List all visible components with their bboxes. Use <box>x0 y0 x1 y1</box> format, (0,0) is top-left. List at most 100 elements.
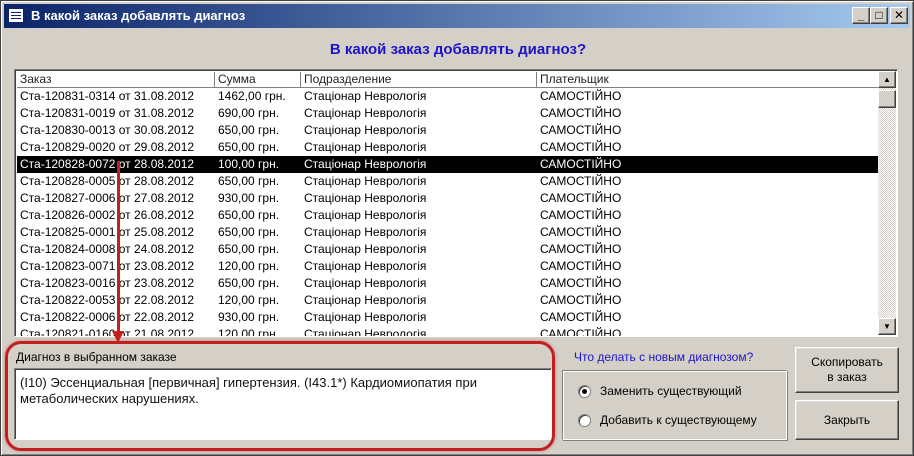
cell-order: Ста-120828-0005 от 28.08.2012 <box>20 174 195 188</box>
cell-sum: 120,00 грн. <box>218 327 280 336</box>
cell-payer: САМОСТІЙНО <box>540 259 622 273</box>
cell-sum: 650,00 грн. <box>218 242 280 256</box>
cell-order: Ста-120831-0314 от 31.08.2012 <box>20 89 195 103</box>
cell-department: Стаціонар Неврологія <box>304 157 427 171</box>
window-title: В какой заказ добавлять диагноз <box>31 8 246 23</box>
minimize-button[interactable]: _ <box>852 7 870 24</box>
cell-payer: САМОСТІЙНО <box>540 327 622 336</box>
cell-sum: 930,00 грн. <box>218 310 280 324</box>
cell-order: Ста-120826-0002 от 26.08.2012 <box>20 208 195 222</box>
column-header-sum[interactable]: Сумма <box>215 72 301 88</box>
option-group: Заменить существующий Добавить к существ… <box>562 370 787 440</box>
table-row[interactable]: Ста-120822-0053 от 22.08.2012 120,00 грн.… <box>17 292 879 309</box>
cell-sum: 650,00 грн. <box>218 225 280 239</box>
cell-order: Ста-120822-0053 от 22.08.2012 <box>20 293 195 307</box>
cell-order: Ста-120827-0006 от 27.08.2012 <box>20 191 195 205</box>
table-row[interactable]: Ста-120829-0020 от 29.08.2012 650,00 грн.… <box>17 139 879 156</box>
scroll-down-button[interactable]: ▼ <box>878 318 896 335</box>
option-replace-label: Заменить существующий <box>600 384 742 398</box>
dialog-window: В какой заказ добавлять диагноз _ □ ✕ В … <box>0 0 914 456</box>
cell-department: Стаціонар Неврологія <box>304 327 427 336</box>
orders-table[interactable]: Заказ Сумма Подразделение Плательщик Ста… <box>14 69 898 337</box>
scroll-up-button[interactable]: ▲ <box>878 71 896 88</box>
diagnosis-text-box[interactable]: (I10) Эссенциальная [первичная] гипертен… <box>14 368 552 440</box>
cell-sum: 100,00 грн. <box>218 157 280 171</box>
table-row[interactable]: Ста-120831-0019 от 31.08.2012 690,00 грн.… <box>17 105 879 122</box>
cell-payer: САМОСТІЙНО <box>540 191 622 205</box>
cell-department: Стаціонар Неврологія <box>304 208 427 222</box>
cell-payer: САМОСТІЙНО <box>540 293 622 307</box>
cell-sum: 1462,00 грн. <box>218 89 286 103</box>
cell-payer: САМОСТІЙНО <box>540 242 622 256</box>
scroll-thumb[interactable] <box>878 90 896 108</box>
table-row[interactable]: Ста-120823-0016 от 23.08.2012 650,00 грн.… <box>17 275 879 292</box>
table-row-selected[interactable]: Ста-120828-0072 от 28.08.2012 100,00 грн.… <box>17 156 879 173</box>
cell-sum: 650,00 грн. <box>218 174 280 188</box>
cell-department: Стаціонар Неврологія <box>304 123 427 137</box>
cell-department: Стаціонар Неврологія <box>304 259 427 273</box>
diagnosis-label: Диагноз в выбранном заказе <box>16 350 177 364</box>
close-button[interactable]: Закрыть <box>795 400 899 440</box>
table-row[interactable]: Ста-120826-0002 от 26.08.2012 650,00 грн.… <box>17 207 879 224</box>
options-question: Что делать с новым диагнозом? <box>574 350 754 364</box>
copy-to-order-button[interactable]: Скопировать в заказ <box>795 347 899 393</box>
cell-order: Ста-120825-0001 от 25.08.2012 <box>20 225 195 239</box>
cell-order: Ста-120830-0013 от 30.08.2012 <box>20 123 195 137</box>
cell-order: Ста-120824-0008 от 24.08.2012 <box>20 242 195 256</box>
option-append-label: Добавить к существующему <box>600 413 757 427</box>
table-header: Заказ Сумма Подразделение Плательщик <box>17 72 879 88</box>
cell-payer: САМОСТІЙНО <box>540 106 622 120</box>
table-row[interactable]: Ста-120825-0001 от 25.08.2012 650,00 грн.… <box>17 224 879 241</box>
cell-payer: САМОСТІЙНО <box>540 174 622 188</box>
dialog-heading: В какой заказ добавлять диагноз? <box>329 41 587 58</box>
cell-payer: САМОСТІЙНО <box>540 310 622 324</box>
cell-payer: САМОСТІЙНО <box>540 225 622 239</box>
table-row[interactable]: Ста-120827-0006 от 27.08.2012 930,00 грн.… <box>17 190 879 207</box>
table-row[interactable]: Ста-120823-0071 от 23.08.2012 120,00 грн.… <box>17 258 879 275</box>
maximize-button[interactable]: □ <box>870 7 888 24</box>
cell-sum: 650,00 грн. <box>218 276 280 290</box>
cell-sum: 120,00 грн. <box>218 293 280 307</box>
cell-department: Стаціонар Неврологія <box>304 242 427 256</box>
vertical-scrollbar[interactable]: ▲ ▼ <box>878 71 896 335</box>
cell-payer: САМОСТІЙНО <box>540 157 622 171</box>
table-row[interactable]: Ста-120821-0160 от 21.08.2012 120,00 грн.… <box>17 326 879 336</box>
title-bar[interactable]: В какой заказ добавлять диагноз _ □ ✕ <box>4 4 910 28</box>
annotation-arrow-head <box>112 331 124 343</box>
table-row[interactable]: Ста-120828-0005 от 28.08.2012 650,00 грн.… <box>17 173 879 190</box>
cell-department: Стаціонар Неврологія <box>304 225 427 239</box>
cell-sum: 690,00 грн. <box>218 106 280 120</box>
column-header-payer[interactable]: Плательщик <box>537 72 879 88</box>
column-header-department[interactable]: Подразделение <box>301 72 537 88</box>
cell-order: Ста-120823-0016 от 23.08.2012 <box>20 276 195 290</box>
table-row[interactable]: Ста-120830-0013 от 30.08.2012 650,00 грн.… <box>17 122 879 139</box>
cell-payer: САМОСТІЙНО <box>540 140 622 154</box>
cell-payer: САМОСТІЙНО <box>540 123 622 137</box>
cell-sum: 930,00 грн. <box>218 191 280 205</box>
cell-department: Стаціонар Неврологія <box>304 293 427 307</box>
cell-order: Ста-120831-0019 от 31.08.2012 <box>20 106 195 120</box>
cell-payer: САМОСТІЙНО <box>540 276 622 290</box>
table-body: Ста-120831-0314 от 31.08.2012 1462,00 грн… <box>17 88 879 336</box>
cell-department: Стаціонар Неврологія <box>304 174 427 188</box>
radio-append[interactable] <box>578 414 591 427</box>
cell-payer: САМОСТІЙНО <box>540 208 622 222</box>
column-header-order[interactable]: Заказ <box>17 72 215 88</box>
cell-sum: 650,00 грн. <box>218 123 280 137</box>
table-row[interactable]: Ста-120822-0006 от 22.08.2012 930,00 грн.… <box>17 309 879 326</box>
cell-sum: 650,00 грн. <box>218 208 280 222</box>
cell-payer: САМОСТІЙНО <box>540 89 622 103</box>
radio-replace[interactable] <box>578 385 591 398</box>
cell-order: Ста-120823-0071 от 23.08.2012 <box>20 259 195 273</box>
cell-sum: 650,00 грн. <box>218 140 280 154</box>
cell-sum: 120,00 грн. <box>218 259 280 273</box>
cell-department: Стаціонар Неврологія <box>304 276 427 290</box>
window-icon <box>8 8 24 23</box>
cell-department: Стаціонар Неврологія <box>304 191 427 205</box>
table-row[interactable]: Ста-120831-0314 от 31.08.2012 1462,00 грн… <box>17 88 879 105</box>
table-row[interactable]: Ста-120824-0008 от 24.08.2012 650,00 грн.… <box>17 241 879 258</box>
cell-order: Ста-120829-0020 от 29.08.2012 <box>20 140 195 154</box>
cell-department: Стаціонар Неврологія <box>304 89 427 103</box>
close-window-button[interactable]: ✕ <box>890 7 908 24</box>
cell-order: Ста-120822-0006 от 22.08.2012 <box>20 310 195 324</box>
